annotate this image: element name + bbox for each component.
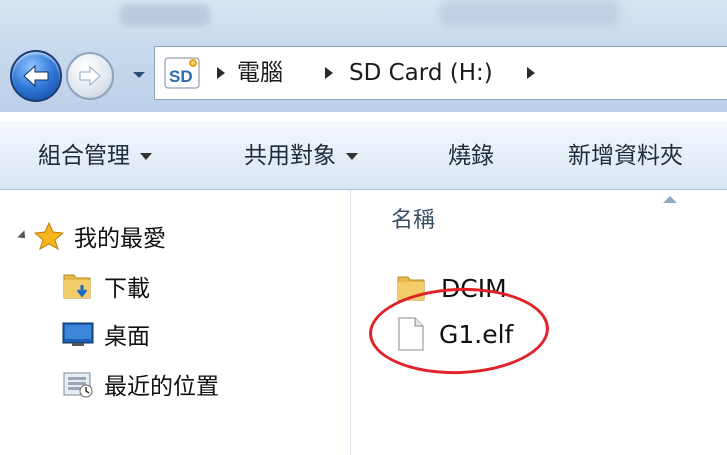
sort-ascending-icon: [663, 196, 677, 203]
new-folder-label: 新增資料夾: [568, 143, 683, 169]
favorites-header[interactable]: 我的最愛: [17, 216, 166, 256]
breadcrumb-sd-card[interactable]: SD Card (H:): [349, 47, 493, 99]
navigation-pane: 我的最愛 下載 桌面 最近的位置: [0, 190, 351, 455]
svg-text:SD: SD: [169, 67, 193, 86]
organize-menu[interactable]: 組合管理: [30, 121, 160, 191]
favorites-label: 我的最愛: [74, 226, 166, 252]
highlight-annotation: [367, 284, 551, 378]
nav-item-downloads[interactable]: 下載: [62, 266, 150, 306]
command-bar: 組合管理 共用對象 燒錄 新增資料夾: [0, 120, 727, 190]
nav-item-label: 桌面: [104, 324, 150, 350]
sd-card-icon: SD: [164, 57, 200, 89]
chevron-down-icon: [133, 72, 145, 78]
organize-label: 組合管理: [38, 143, 130, 169]
file-list-pane: 名稱 DCIM G1.elf: [351, 190, 727, 455]
forward-button[interactable]: [66, 52, 114, 100]
desktop-icon: [62, 322, 94, 346]
burn-button[interactable]: 燒錄: [440, 121, 502, 191]
address-bar[interactable]: SD 電腦 SD Card (H:): [154, 46, 727, 100]
back-button[interactable]: [10, 50, 62, 102]
explorer-window: SD 電腦 SD Card (H:) 組合管理 共用對象 燒錄 新增資料夾 我的…: [0, 0, 727, 455]
downloads-folder-icon: [63, 274, 91, 299]
recent-pages-dropdown[interactable]: [130, 66, 148, 84]
share-with-menu[interactable]: 共用對象: [236, 121, 366, 191]
back-arrow-icon: [23, 64, 49, 88]
chevron-down-icon: [346, 153, 358, 160]
breadcrumb-separator[interactable]: [217, 67, 225, 79]
forward-arrow-icon: [79, 65, 101, 87]
burn-label: 燒錄: [448, 143, 494, 169]
nav-item-recent-places[interactable]: 最近的位置: [62, 364, 219, 404]
recent-places-icon: [63, 372, 93, 398]
breadcrumb-computer[interactable]: 電腦: [237, 47, 283, 99]
breadcrumb-separator[interactable]: [325, 67, 333, 79]
share-with-label: 共用對象: [244, 143, 336, 169]
column-header-name[interactable]: 名稱: [391, 202, 435, 234]
nav-item-desktop[interactable]: 桌面: [62, 314, 150, 354]
nav-item-label: 下載: [104, 276, 150, 302]
nav-item-label: 最近的位置: [104, 374, 219, 400]
star-icon: [34, 222, 64, 250]
new-folder-button[interactable]: 新增資料夾: [560, 121, 691, 191]
breadcrumb-separator[interactable]: [527, 67, 535, 79]
title-bar: SD 電腦 SD Card (H:): [0, 0, 727, 112]
chevron-down-icon: [140, 153, 152, 160]
expand-arrow-icon[interactable]: [17, 230, 29, 242]
